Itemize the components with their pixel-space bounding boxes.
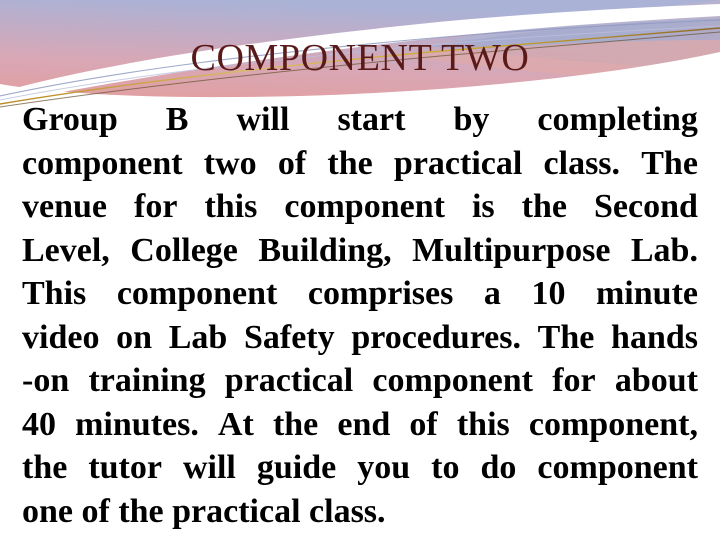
- body-line: This component comprises a 10 minute: [22, 272, 698, 316]
- slide-title: COMPONENT TWO: [190, 37, 530, 79]
- body-word: training: [88, 362, 206, 399]
- body-word: end: [337, 405, 391, 443]
- body-word: of: [409, 405, 438, 443]
- presentation-slide: COMPONENT TWO Group Bwill start by completin…: [0, 0, 720, 540]
- body-word: 40: [22, 405, 56, 443]
- body-word: component: [22, 144, 183, 182]
- body-word: 10: [531, 275, 566, 312]
- body-word: for: [552, 362, 596, 399]
- body-line: video on Lab Safety procedures. The hands: [22, 316, 698, 360]
- body-word: procedures.: [351, 318, 521, 356]
- body-word: is: [471, 188, 495, 225]
- body-word: class.: [543, 144, 621, 182]
- body-word: component: [372, 362, 533, 399]
- body-word: B: [165, 101, 189, 138]
- body-word: component: [284, 188, 445, 225]
- body-word: on: [116, 318, 153, 356]
- body-word: will: [236, 101, 290, 138]
- body-word: Lab.: [630, 231, 698, 269]
- body-word: This: [22, 275, 87, 312]
- body-word: -on: [22, 362, 70, 399]
- body-word: venue: [22, 188, 107, 225]
- slide-body-text: Group Bwill start by completing component two…: [22, 98, 698, 533]
- body-word: practical: [393, 144, 523, 182]
- body-word: this: [456, 405, 510, 443]
- body-word: component,: [528, 405, 698, 443]
- body-word: about: [614, 362, 698, 399]
- body-word: start: [337, 101, 406, 138]
- body-word: the: [521, 188, 567, 225]
- body-word: hands: [611, 318, 698, 356]
- body-word: minute: [595, 275, 698, 312]
- body-word: minutes.: [75, 405, 199, 443]
- body-word: do: [480, 449, 517, 486]
- body-word: the: [327, 144, 373, 182]
- body-word: to: [431, 449, 460, 486]
- body-line: the tutor will guide you to do component: [22, 446, 698, 490]
- body-word: Second: [594, 188, 698, 225]
- body-word: by: [453, 101, 490, 138]
- body-word: this: [204, 188, 258, 225]
- body-word: completing: [537, 101, 698, 138]
- body-word: comprises: [307, 275, 454, 312]
- body-word: Level,: [22, 231, 110, 269]
- body-word: you: [357, 449, 411, 486]
- body-word: The: [537, 318, 595, 356]
- body-word: video: [22, 318, 100, 356]
- body-word: two: [203, 144, 257, 182]
- body-word: for: [134, 188, 178, 225]
- body-word: component: [537, 449, 698, 486]
- body-word: Safety: [243, 318, 335, 356]
- body-line: Group Bwill start by completing: [22, 98, 698, 142]
- body-word: The: [641, 144, 698, 182]
- body-word: tutor: [88, 449, 162, 486]
- body-line: venue for this component is the Second: [22, 185, 698, 229]
- body-line: one of the practical class.: [22, 492, 386, 530]
- body-word: Lab: [168, 318, 228, 356]
- body-word: Group: [22, 101, 118, 138]
- body-word: will: [182, 449, 236, 486]
- body-word: the: [22, 449, 68, 486]
- body-word: College: [130, 231, 238, 269]
- body-word: Multipurpose: [412, 231, 611, 269]
- body-line: component two of the practical class. The: [22, 142, 698, 186]
- body-word: component: [116, 275, 278, 312]
- body-line: Level, College Building, Multipurpose Lab.: [22, 229, 698, 273]
- body-word: guide: [256, 449, 337, 486]
- body-line: 40 minutes. At the end of this component,: [22, 403, 698, 447]
- body-word: Building,: [258, 231, 392, 269]
- body-word: the: [272, 405, 319, 443]
- body-line: -on training practical component for about: [22, 359, 698, 403]
- body-word: practical: [224, 362, 354, 399]
- body-word: a: [483, 275, 501, 312]
- body-word: At: [217, 405, 254, 443]
- body-word: of: [277, 144, 307, 182]
